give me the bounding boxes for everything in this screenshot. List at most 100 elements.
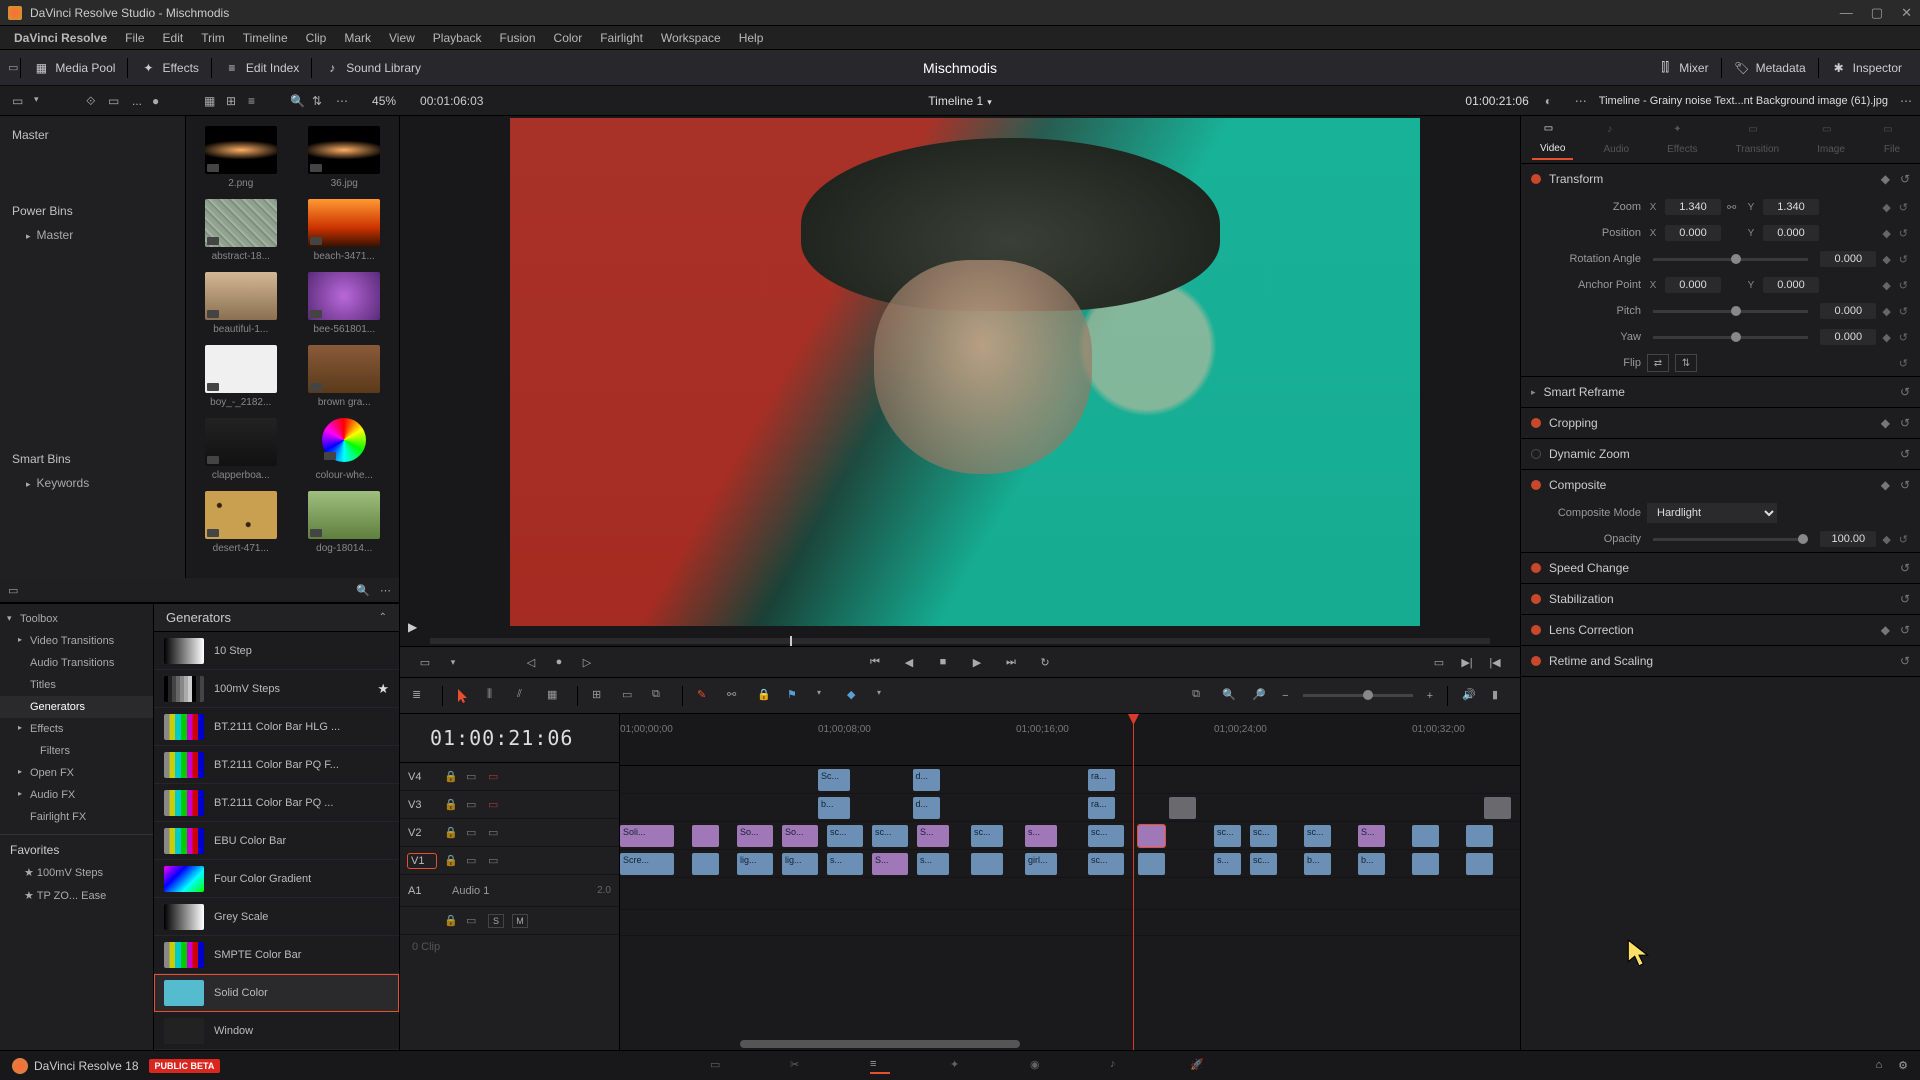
timeline-clip[interactable]: sc...: [872, 825, 908, 847]
section-cropping[interactable]: Cropping◆↺: [1521, 408, 1920, 438]
meter-icon[interactable]: ▮: [1492, 688, 1508, 704]
section-smart-reframe[interactable]: ▸Smart Reframe↺: [1521, 377, 1920, 407]
keyframe-icon[interactable]: ◆: [1881, 172, 1890, 186]
snap-icon[interactable]: ⧉: [1192, 688, 1208, 704]
step-fwd-icon[interactable]: ▶|: [1458, 653, 1476, 671]
zoom-x-field[interactable]: 1.340: [1665, 199, 1721, 215]
fairlight-page-icon[interactable]: ♪: [1110, 1058, 1130, 1074]
inspector-tab-video[interactable]: ▭Video: [1532, 119, 1573, 160]
timeline-clip[interactable]: [1412, 853, 1439, 875]
fav-item[interactable]: ★ 100mV Steps: [0, 861, 153, 884]
search-icon[interactable]: 🔍: [290, 94, 304, 108]
more-icon[interactable]: ⋯: [1900, 94, 1912, 108]
media-clip[interactable]: dog-18014...: [300, 491, 390, 554]
overwrite-icon[interactable]: ▭: [622, 688, 638, 704]
timeline-clip[interactable]: sc...: [1250, 853, 1277, 875]
timeline-clip[interactable]: S...: [917, 825, 949, 847]
rotation-field[interactable]: 0.000: [1820, 251, 1876, 267]
reset-icon[interactable]: ↺: [1900, 172, 1910, 186]
timeline-clip[interactable]: b...: [1304, 853, 1331, 875]
keyframe-icon[interactable]: ◆: [1882, 201, 1890, 214]
reset-icon[interactable]: ↺: [1899, 201, 1908, 214]
timeline-clip[interactable]: sc...: [1214, 825, 1241, 847]
media-pool-button[interactable]: ▦Media Pool: [23, 56, 125, 80]
timeline-clip[interactable]: S...: [872, 853, 908, 875]
yaw-slider[interactable]: [1653, 336, 1808, 339]
mixer-button[interactable]: ⫿⫿Mixer: [1647, 56, 1718, 80]
menu-item[interactable]: Fusion: [492, 28, 544, 48]
timeline-clip[interactable]: sc...: [1250, 825, 1277, 847]
media-clip[interactable]: 36.jpg: [300, 126, 390, 189]
link-icon[interactable]: ⚯: [1727, 201, 1739, 214]
media-clip[interactable]: beautiful-1...: [196, 272, 286, 335]
fx-generator-item[interactable]: Window: [154, 1012, 399, 1050]
dynamic-trim-icon[interactable]: ⫽: [517, 688, 533, 704]
detail-zoom-icon[interactable]: 🔎: [1252, 688, 1268, 704]
pos-y-field[interactable]: 0.000: [1763, 225, 1819, 241]
fx-panel-icon[interactable]: ▭: [8, 584, 18, 597]
deliver-page-icon[interactable]: 🚀: [1190, 1058, 1210, 1074]
timeline-clip[interactable]: ra...: [1088, 769, 1115, 791]
fx-generator-item[interactable]: EBU Color Bar: [154, 822, 399, 860]
link-icon[interactable]: ⟐: [86, 94, 100, 108]
timeline-tracks[interactable]: 01;00;00;0001;00;08;0001;00;16;0001;00;2…: [620, 714, 1520, 1050]
metadata-view-icon[interactable]: ▦: [204, 94, 218, 108]
loop-icon[interactable]: ↻: [1036, 653, 1054, 671]
marker-icon[interactable]: ◆: [847, 688, 863, 704]
timeline-clip[interactable]: sc...: [971, 825, 1003, 847]
reset-icon[interactable]: ↺: [1899, 227, 1908, 240]
timeline-clip[interactable]: [1138, 853, 1165, 875]
timeline-clip[interactable]: s...: [1025, 825, 1057, 847]
color-page-icon[interactable]: ◉: [1030, 1058, 1050, 1074]
timeline-clip[interactable]: S...: [1358, 825, 1385, 847]
track-header-v1[interactable]: V1🔒▭▭: [400, 847, 619, 875]
flag-icon[interactable]: ⚑: [787, 688, 803, 704]
match-frame-icon[interactable]: ▭: [1430, 653, 1448, 671]
timeline-clip[interactable]: [971, 853, 1003, 875]
timeline-view-icon[interactable]: ≣: [412, 688, 428, 704]
bypass-icon[interactable]: ◐: [1545, 94, 1559, 108]
timeline-ruler[interactable]: 01;00;00;0001;00;08;0001;00;16;0001;00;2…: [620, 714, 1520, 766]
timeline-clip[interactable]: Soli...: [620, 825, 674, 847]
maximize-icon[interactable]: ▢: [1871, 5, 1883, 21]
fusion-page-icon[interactable]: ✦: [950, 1058, 970, 1074]
flip-h-button[interactable]: ⇄: [1647, 354, 1669, 372]
replace-icon[interactable]: ⧉: [652, 688, 668, 704]
edit-page-icon[interactable]: ≡: [870, 1058, 890, 1074]
menu-item[interactable]: Playback: [425, 28, 490, 48]
razor-icon[interactable]: ✎: [697, 688, 713, 704]
collapse-icon[interactable]: ⌃: [379, 612, 387, 623]
thumbnail-view-icon[interactable]: ⊞: [226, 94, 240, 108]
project-settings-icon[interactable]: ⚙: [1898, 1059, 1908, 1072]
yaw-field[interactable]: 0.000: [1820, 329, 1876, 345]
timeline-clip[interactable]: [1138, 825, 1165, 847]
timeline-clip[interactable]: b...: [1358, 853, 1385, 875]
effects-button[interactable]: ✦Effects: [130, 56, 208, 80]
step-rev-icon[interactable]: |◀: [1486, 653, 1504, 671]
more-icon[interactable]: ⋯: [1575, 94, 1587, 108]
media-page-icon[interactable]: ▭: [710, 1058, 730, 1074]
timeline-clip[interactable]: [1466, 853, 1493, 875]
minimize-icon[interactable]: —: [1840, 5, 1853, 21]
fx-generator-item[interactable]: 100mV Steps★: [154, 670, 399, 708]
lock-icon[interactable]: 🔒: [757, 688, 773, 704]
menu-item[interactable]: Workspace: [653, 28, 729, 48]
smart-bin-keywords[interactable]: Keywords: [0, 472, 185, 494]
section-dynamic-zoom[interactable]: Dynamic Zoom↺: [1521, 439, 1920, 469]
keyframe-icon[interactable]: ◆: [1882, 227, 1890, 240]
menu-item[interactable]: View: [381, 28, 423, 48]
zoom-in-icon[interactable]: +: [1427, 690, 1433, 702]
anchor-x-field[interactable]: 0.000: [1665, 277, 1721, 293]
chevron-down-icon[interactable]: ▾: [817, 688, 833, 704]
viewer-canvas[interactable]: [510, 118, 1420, 626]
fx-generator-item[interactable]: BT.2111 Color Bar PQ F...: [154, 746, 399, 784]
fx-cat-audiofx[interactable]: Audio FX: [0, 784, 153, 806]
flip-v-button[interactable]: ⇅: [1675, 354, 1697, 372]
timeline-clip[interactable]: d...: [913, 769, 940, 791]
step-back-icon[interactable]: ◀: [900, 653, 918, 671]
fx-cat-filters[interactable]: Filters: [0, 740, 153, 762]
timeline-clip[interactable]: [692, 825, 719, 847]
timeline-clip[interactable]: ra...: [1088, 797, 1115, 819]
opacity-slider[interactable]: [1653, 538, 1808, 541]
fx-generator-item[interactable]: BT.2111 Color Bar PQ ...: [154, 784, 399, 822]
